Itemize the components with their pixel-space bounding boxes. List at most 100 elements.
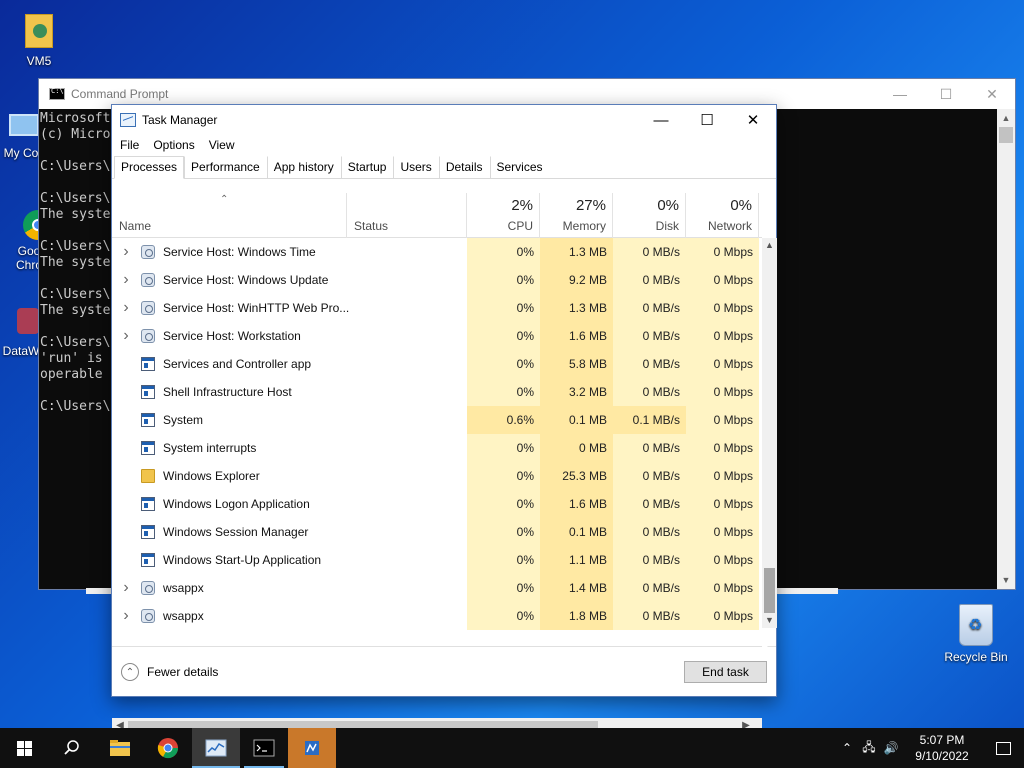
scroll-down-icon[interactable]: ▼ <box>997 571 1015 589</box>
table-row[interactable]: System 0.6% 0.1 MB 0.1 MB/s 0 Mbps <box>112 406 762 434</box>
search-button[interactable] <box>48 728 96 768</box>
table-row[interactable]: System interrupts 0% 0 MB 0 MB/s 0 Mbps <box>112 434 762 462</box>
taskbar-task-manager[interactable] <box>192 728 240 768</box>
process-name: Service Host: Windows Time <box>163 245 316 259</box>
tab-processes[interactable]: Processes <box>114 156 185 179</box>
table-row[interactable]: › Service Host: Windows Time 0% 1.3 MB 0 MB/… <box>112 238 762 266</box>
memory-value: 1.4 MB <box>540 574 613 602</box>
chevron-up-icon: ⌃ <box>121 663 139 681</box>
table-row[interactable]: Windows Start-Up Application 0% 1.1 MB 0 MB… <box>112 546 762 574</box>
cmd-scrollbar[interactable]: ▲ ▼ <box>997 109 1015 589</box>
table-row[interactable]: Windows Explorer 0% 25.3 MB 0 MB/s 0 Mbps <box>112 462 762 490</box>
memory-value: 1.3 MB <box>540 238 613 266</box>
taskbar-app[interactable] <box>288 728 336 768</box>
fewer-details-button[interactable]: ⌃ Fewer details <box>121 663 218 681</box>
notification-button[interactable] <box>982 728 1024 768</box>
network-value: 0 Mbps <box>686 378 759 406</box>
maximize-icon[interactable]: ☐ <box>684 105 730 135</box>
network-value: 0 Mbps <box>686 490 759 518</box>
tab-performance[interactable]: Performance <box>184 156 267 178</box>
network-icon[interactable]: 🖧 <box>858 738 880 759</box>
column-header-status[interactable]: Status <box>347 193 467 238</box>
task-manager-window[interactable]: Task Manager — ☐ ✕ File Options View Pro… <box>111 104 777 733</box>
minimize-icon[interactable]: — <box>638 105 684 135</box>
window-icon <box>141 553 155 567</box>
scroll-thumb[interactable] <box>999 127 1013 143</box>
table-row[interactable]: Shell Infrastructure Host 0% 3.2 MB 0 MB/s 0… <box>112 378 762 406</box>
cpu-value: 0% <box>467 350 540 378</box>
disk-value: 0 MB/s <box>613 434 686 462</box>
scroll-thumb[interactable] <box>764 568 775 613</box>
scroll-up-icon[interactable]: ▲ <box>997 109 1015 127</box>
table-row[interactable]: › wsappx 0% 1.4 MB 0 MB/s 0 Mbps <box>112 574 762 602</box>
table-row[interactable]: › Service Host: Workstation 0% 1.6 MB 0 MB/s… <box>112 322 762 350</box>
close-icon[interactable]: ✕ <box>969 79 1015 109</box>
desktop-icon-label: Recycle Bin <box>944 650 1008 664</box>
end-task-button[interactable]: End task <box>684 661 767 683</box>
column-header-power[interactable]: P <box>759 193 762 238</box>
desktop-icon-vm5[interactable]: VM5 <box>4 10 74 68</box>
menu-file[interactable]: File <box>120 138 139 152</box>
tab-startup[interactable]: Startup <box>340 156 394 178</box>
gear-icon <box>141 329 155 343</box>
chevron-right-icon[interactable]: › <box>120 266 132 294</box>
vertical-scrollbar[interactable]: ▲ ▼ <box>762 238 777 628</box>
table-row[interactable]: Services and Controller app 0% 5.8 MB 0 MB/… <box>112 350 762 378</box>
chevron-up-icon[interactable]: ⌃ <box>836 741 858 755</box>
process-name: wsappx <box>163 581 204 595</box>
menu-bar: File Options View <box>112 135 776 155</box>
table-row[interactable]: › wsappx 0% 1.8 MB 0 MB/s 0 Mbps <box>112 602 762 630</box>
minimize-icon[interactable]: — <box>877 79 923 109</box>
taskbar: ⌃ 🖧 🔊 5:07 PM 9/10/2022 <box>0 728 1024 768</box>
cpu-value: 0% <box>467 294 540 322</box>
table-row[interactable]: Windows Session Manager 0% 0.1 MB 0 MB/s 0 M… <box>112 518 762 546</box>
network-value: 0 Mbps <box>686 294 759 322</box>
tab-services[interactable]: Services <box>489 156 550 178</box>
chevron-right-icon[interactable]: › <box>120 294 132 322</box>
chevron-right-icon[interactable]: › <box>120 602 132 630</box>
table-row[interactable]: › Service Host: WinHTTP Web Pro... 0% 1.3 M… <box>112 294 762 322</box>
chevron-right-icon[interactable]: › <box>120 322 132 350</box>
column-header-cpu[interactable]: 2% CPU <box>467 193 540 238</box>
scroll-down-icon[interactable]: ▼ <box>762 613 777 628</box>
taskbar-file-explorer[interactable] <box>96 728 144 768</box>
column-header-name[interactable]: ⌃ Name <box>112 193 347 238</box>
tm-titlebar[interactable]: Task Manager — ☐ ✕ <box>112 105 776 135</box>
taskbar-command-prompt[interactable] <box>240 728 288 768</box>
chevron-right-icon[interactable]: › <box>120 574 132 602</box>
desktop-icon-recycle-bin[interactable]: Recycle Bin <box>940 604 1012 664</box>
network-value: 0 Mbps <box>686 462 759 490</box>
fewer-details-label: Fewer details <box>147 665 219 679</box>
chevron-right-icon[interactable]: › <box>120 238 132 266</box>
tab-details[interactable]: Details <box>438 156 490 178</box>
column-header-disk[interactable]: 0% Disk <box>613 193 686 238</box>
clock[interactable]: 5:07 PM 9/10/2022 <box>902 732 982 764</box>
disk-value: 0 MB/s <box>613 378 686 406</box>
process-name-cell: Shell Infrastructure Host <box>112 378 467 406</box>
memory-value: 1.3 MB <box>540 294 613 322</box>
tab-users[interactable]: Users <box>393 156 439 178</box>
task-manager-icon <box>120 113 136 127</box>
menu-options[interactable]: Options <box>153 138 194 152</box>
taskbar-chrome[interactable] <box>144 728 192 768</box>
gear-icon <box>141 245 155 259</box>
scroll-up-icon[interactable]: ▲ <box>762 238 777 253</box>
menu-view[interactable]: View <box>209 138 235 152</box>
window-icon <box>141 441 155 455</box>
memory-value: 1.1 MB <box>540 546 613 574</box>
close-icon[interactable]: ✕ <box>730 105 776 135</box>
table-header: ⌃ Name Status 2% CPU 27% Memory 0% Disk … <box>112 193 762 238</box>
maximize-icon[interactable]: ☐ <box>923 79 969 109</box>
column-header-memory[interactable]: 27% Memory <box>540 193 613 238</box>
gear-icon <box>141 581 155 595</box>
process-name-cell: Windows Logon Application <box>112 490 467 518</box>
network-value: 0 Mbps <box>686 322 759 350</box>
volume-icon[interactable]: 🔊 <box>880 741 902 755</box>
start-button[interactable] <box>0 728 48 768</box>
table-row[interactable]: Windows Logon Application 0% 1.6 MB 0 MB/s 0… <box>112 490 762 518</box>
tab-bar: Processes Performance App history Startu… <box>112 155 776 179</box>
memory-value: 0.1 MB <box>540 518 613 546</box>
column-header-network[interactable]: 0% Network <box>686 193 759 238</box>
table-row[interactable]: › Service Host: Windows Update 0% 9.2 MB 0 M… <box>112 266 762 294</box>
tab-app-history[interactable]: App history <box>266 156 341 178</box>
